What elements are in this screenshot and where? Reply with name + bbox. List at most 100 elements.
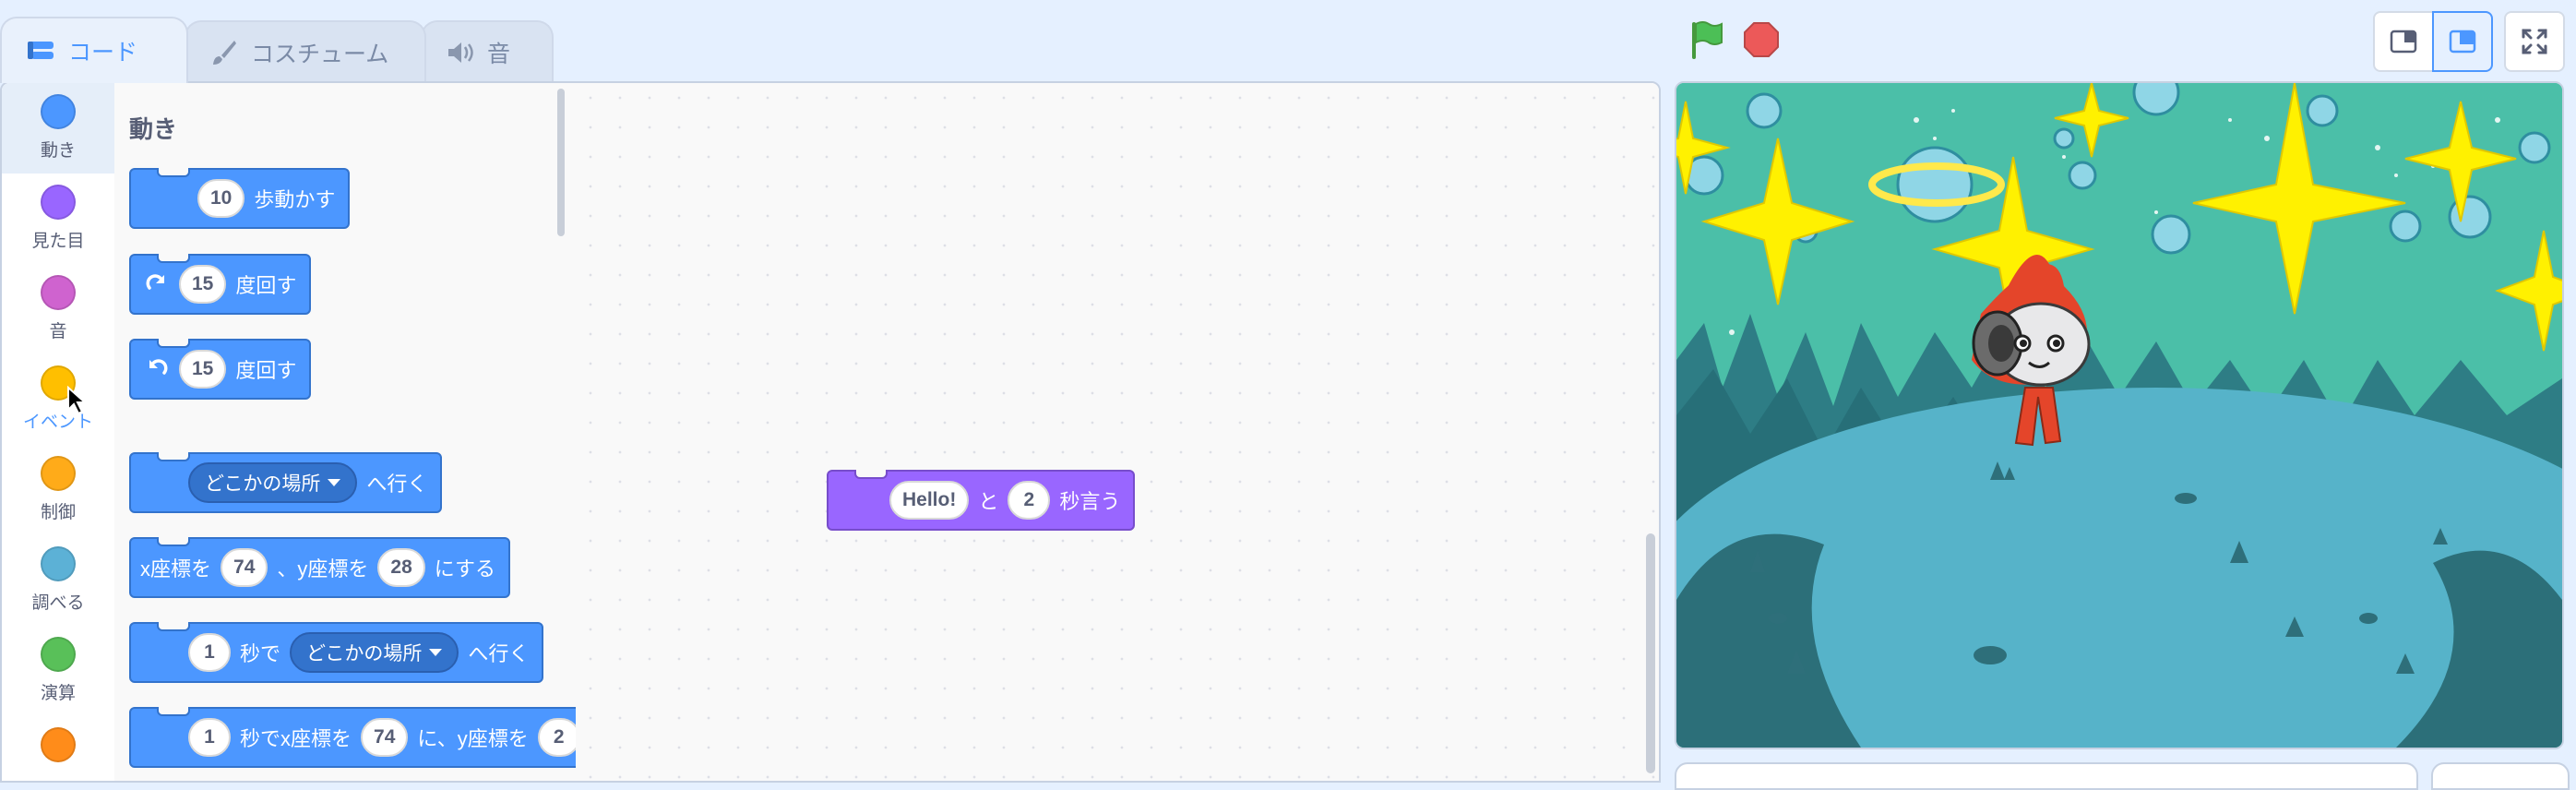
mouse-cursor-icon — [67, 386, 87, 415]
brush-icon — [213, 41, 236, 65]
looks-dot-icon — [41, 185, 76, 220]
dropdown-value: どこかの場所 — [205, 473, 321, 495]
sensing-dot-icon — [41, 546, 76, 581]
block-goto[interactable]: どこかの場所 へ行く — [129, 452, 443, 513]
category-label: 調べる — [31, 592, 85, 613]
block-text: 度回す — [235, 274, 297, 297]
category-label: 動き — [40, 140, 76, 161]
sprite-pane[interactable] — [1675, 762, 2418, 790]
category-looks[interactable]: 見た目 — [2, 174, 114, 264]
tab-label: コスチューム — [251, 41, 389, 67]
degrees-input[interactable]: 15 — [179, 350, 227, 389]
block-notch — [854, 470, 888, 479]
motion-dot-icon — [41, 94, 76, 129]
block-notch — [157, 537, 190, 546]
speaker-icon — [448, 42, 473, 63]
code-area: 動き 見た目 音 イベント 制御 調べる 演算 動き 10 歩動かす 15 度回… — [0, 81, 1661, 783]
editor-tabs: 音 コスチューム コード — [0, 0, 1661, 83]
small-stage-icon — [2390, 30, 2417, 54]
large-stage-button[interactable] — [2432, 11, 2493, 72]
category-menu: 動き 見た目 音 イベント 制御 調べる 演算 — [2, 83, 116, 781]
category-label: 演算 — [40, 683, 76, 703]
category-sound[interactable]: 音 — [2, 264, 114, 354]
block-notch — [157, 707, 190, 716]
stage-canvas[interactable] — [1675, 81, 2564, 749]
block-palette[interactable]: 動き 10 歩動かす 15 度回す 15 度回す どこかの場所 へ行く x座標を… — [114, 83, 578, 781]
block-notch — [157, 254, 190, 263]
category-label: 音 — [49, 321, 67, 341]
rotate-right-icon — [146, 274, 164, 290]
block-text: へ行く — [468, 642, 530, 665]
script-workspace[interactable]: Hello! と 2 秒言う — [576, 83, 1659, 781]
block-text: にする — [434, 557, 495, 581]
tab-sounds[interactable]: 音 — [421, 20, 554, 83]
stop-icon[interactable] — [1744, 22, 1779, 57]
block-text: と — [978, 490, 999, 513]
chevron-down-icon — [328, 479, 341, 486]
block-notch — [157, 168, 190, 177]
block-turn-right[interactable]: 15 度回す — [129, 254, 312, 315]
space-backdrop-image — [1676, 83, 2562, 748]
stage-header — [1670, 0, 2576, 83]
tab-code[interactable]: コード — [0, 17, 188, 83]
category-variables[interactable] — [2, 716, 114, 781]
block-goto-xy[interactable]: x座標を 74 、y座標を 28 にする — [129, 537, 510, 598]
rotate-left-icon — [149, 359, 168, 375]
code-icon — [28, 42, 54, 59]
block-glide-xy[interactable]: 1 秒でx座標を 74 に、y座標を 2 — [129, 707, 576, 768]
category-label: 制御 — [40, 502, 76, 522]
green-flag-icon[interactable] — [1685, 18, 1729, 63]
block-text: 秒言う — [1059, 490, 1121, 513]
block-say-for-secs[interactable]: Hello! と 2 秒言う — [827, 470, 1136, 531]
large-stage-icon — [2449, 30, 2476, 54]
y-input[interactable]: 28 — [377, 548, 425, 587]
message-input[interactable]: Hello! — [889, 481, 970, 520]
category-motion[interactable]: 動き — [2, 83, 114, 174]
operators-dot-icon — [41, 637, 76, 672]
control-dot-icon — [41, 456, 76, 491]
category-operators[interactable]: 演算 — [2, 626, 114, 716]
block-notch — [157, 622, 190, 631]
degrees-input[interactable]: 15 — [179, 265, 227, 304]
seconds-input[interactable]: 1 — [188, 718, 231, 757]
workspace-scrollbar[interactable] — [1646, 533, 1655, 773]
block-text: 秒でx座標を — [240, 727, 352, 750]
small-stage-button[interactable] — [2373, 11, 2434, 72]
block-text: x座標を — [140, 557, 212, 581]
x-input[interactable]: 74 — [221, 548, 268, 587]
block-text: へ行く — [366, 473, 428, 496]
tab-costumes[interactable]: コスチューム — [185, 20, 426, 83]
dropdown-value: どこかの場所 — [306, 643, 423, 664]
x-input[interactable]: 74 — [361, 718, 409, 757]
seconds-input[interactable]: 2 — [1008, 481, 1051, 520]
tab-label: 音 — [487, 41, 511, 67]
goto-target-dropdown[interactable]: どこかの場所 — [188, 462, 358, 503]
steps-input[interactable]: 10 — [197, 179, 245, 218]
block-text: に、y座標を — [417, 727, 529, 750]
fullscreen-button[interactable] — [2504, 11, 2565, 72]
category-events[interactable]: イベント — [2, 354, 114, 445]
sound-dot-icon — [41, 275, 76, 310]
block-move-steps[interactable]: 10 歩動かす — [129, 168, 351, 229]
backdrop-pane[interactable] — [2431, 762, 2570, 790]
chevron-down-icon — [429, 649, 443, 656]
block-text: 秒で — [240, 642, 281, 665]
block-glide-to[interactable]: 1 秒で どこかの場所 へ行く — [129, 622, 544, 683]
category-sensing[interactable]: 調べる — [2, 535, 114, 626]
block-text: 度回す — [235, 359, 297, 382]
y-input[interactable]: 2 — [537, 718, 576, 757]
block-turn-left[interactable]: 15 度回す — [129, 339, 312, 400]
variables-dot-icon — [41, 727, 76, 762]
category-control[interactable]: 制御 — [2, 445, 114, 535]
category-label: 見た目 — [31, 231, 85, 251]
block-notch — [157, 339, 190, 348]
glide-target-dropdown[interactable]: どこかの場所 — [290, 632, 459, 673]
seconds-input[interactable]: 1 — [188, 633, 231, 672]
palette-scrollbar[interactable] — [557, 89, 565, 236]
palette-section-title: 動き — [129, 116, 178, 144]
tab-label: コード — [68, 39, 138, 66]
fullscreen-icon — [2522, 29, 2547, 54]
block-notch — [157, 452, 190, 461]
block-text: 、y座標を — [277, 557, 369, 581]
block-text: 歩動かす — [254, 188, 336, 211]
